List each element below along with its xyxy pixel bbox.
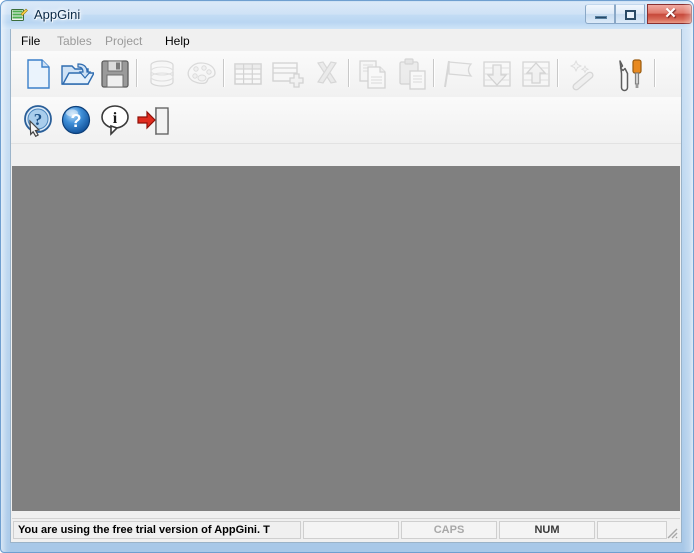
resize-grip-icon[interactable] — [664, 525, 678, 539]
toolbar-separator — [654, 59, 656, 87]
palette-icon — [187, 62, 216, 84]
add-table-icon — [272, 62, 304, 88]
close-icon: ✕ — [664, 5, 677, 22]
tables-grid-button[interactable] — [230, 56, 266, 92]
menu-item-file[interactable]: File — [15, 32, 46, 50]
exit-door-icon — [137, 107, 169, 135]
appgini-icon — [11, 8, 28, 23]
magic-wand-icon — [569, 59, 594, 91]
status-num-indicator: NUM — [499, 521, 595, 539]
primary-toolbar — [11, 51, 681, 98]
flag-icon — [444, 60, 473, 88]
exit-button[interactable] — [136, 102, 172, 138]
open-project-button[interactable] — [58, 56, 94, 92]
table-grid-icon — [234, 63, 262, 85]
menu-item-project[interactable]: Project — [99, 32, 148, 50]
toolbar-separator — [433, 59, 435, 87]
toolbar-separator — [136, 59, 138, 87]
tools-button[interactable] — [613, 56, 649, 92]
about-button[interactable]: i — [97, 102, 133, 138]
maximize-button[interactable] — [615, 4, 645, 24]
new-project-button[interactable] — [20, 56, 56, 92]
maximize-icon — [625, 10, 636, 20]
import-down-icon — [483, 61, 511, 87]
secondary-toolbar: ? ? i — [11, 97, 681, 144]
project-workspace[interactable] — [12, 166, 680, 511]
wizard-button[interactable] — [565, 56, 601, 92]
copy-icon — [359, 60, 386, 89]
help-question-icon: ? — [61, 105, 91, 135]
copy-button[interactable] — [355, 56, 391, 92]
status-panel-blank-1 — [303, 521, 399, 539]
status-caps-indicator: CAPS — [401, 521, 497, 539]
application-window: AppGini ✕ File Tables Project Help ? ? i… — [0, 0, 694, 553]
save-project-button[interactable] — [97, 56, 133, 92]
menu-item-help[interactable]: Help — [159, 32, 196, 50]
toolbar-separator — [348, 59, 350, 87]
toolbar-separator — [557, 59, 559, 87]
new-document-icon — [27, 59, 50, 89]
info-balloon-icon: i — [101, 105, 129, 136]
flag-button[interactable] — [440, 56, 476, 92]
toolbar-separator — [223, 59, 225, 87]
open-folder-icon — [61, 63, 94, 85]
menu-bar: File Tables Project Help — [11, 29, 681, 52]
database-icon — [150, 60, 174, 87]
help-button[interactable]: ? — [58, 102, 94, 138]
paste-icon — [399, 58, 426, 90]
help-pointer-icon: ? — [24, 105, 52, 138]
delete-x-icon — [317, 61, 337, 84]
minimize-button[interactable] — [585, 4, 615, 24]
status-panel-blank-2 — [597, 521, 667, 539]
wrench-tools-icon — [619, 59, 642, 92]
client-area: File Tables Project Help ? ? i You are u… — [10, 29, 682, 543]
window-title: AppGini — [34, 7, 81, 22]
close-button[interactable]: ✕ — [647, 4, 692, 24]
svg-text:?: ? — [71, 111, 82, 131]
minimize-icon — [595, 16, 607, 19]
export-up-icon — [522, 61, 550, 87]
export-button[interactable] — [518, 56, 554, 92]
database-button[interactable] — [144, 56, 180, 92]
import-button[interactable] — [479, 56, 515, 92]
floppy-save-icon — [101, 60, 129, 88]
status-bar: You are using the free trial version of … — [12, 518, 680, 541]
add-table-button[interactable] — [269, 56, 305, 92]
paste-button[interactable] — [394, 56, 430, 92]
title-bar[interactable]: AppGini ✕ — [2, 2, 693, 29]
context-help-button[interactable]: ? — [20, 102, 56, 138]
menu-item-tables[interactable]: Tables — [51, 32, 98, 50]
svg-text:i: i — [113, 110, 118, 127]
status-message: You are using the free trial version of … — [13, 521, 301, 539]
delete-button[interactable] — [309, 56, 345, 92]
theme-button[interactable] — [183, 56, 219, 92]
